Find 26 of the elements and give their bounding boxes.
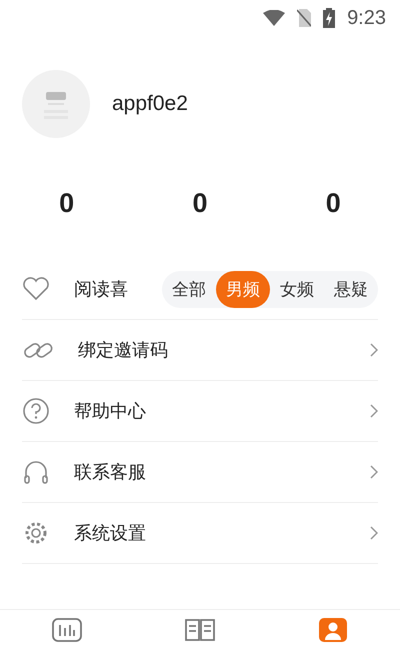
stat-count: 0 xyxy=(324,188,342,219)
stat-count: 0 xyxy=(191,188,208,219)
person-icon[interactable] xyxy=(318,618,348,642)
chevron-icon xyxy=(370,465,378,479)
book-icon[interactable] xyxy=(184,618,215,642)
status-time: 9:23 xyxy=(347,6,386,30)
genre-tab[interactable]: 悬疑 xyxy=(324,270,378,308)
menu-label[interactable]: 系统设置 xyxy=(74,521,370,545)
chevron-icon xyxy=(370,526,378,540)
heart-icon xyxy=(22,277,50,301)
username: appf0e2 xyxy=(112,92,188,116)
menu-label[interactable]: 阅读喜 xyxy=(74,277,162,301)
headset-icon xyxy=(22,458,50,486)
chevron-icon xyxy=(370,404,378,418)
help-icon xyxy=(22,397,50,425)
stat-count: 0 xyxy=(58,188,76,219)
shelf-icon[interactable] xyxy=(52,618,82,642)
battery-icon xyxy=(323,8,336,28)
wifi-icon xyxy=(263,10,286,26)
menu-label[interactable]: 联系客服 xyxy=(74,460,370,484)
genre-tab[interactable]: 女频 xyxy=(270,270,324,308)
menu-label[interactable]: 绑定邀请码 xyxy=(78,338,370,362)
genre-tab[interactable]: 全部 xyxy=(162,270,216,308)
no-sim-icon xyxy=(297,9,312,27)
menu-label[interactable]: 帮助中心 xyxy=(74,399,370,423)
chevron-icon xyxy=(370,343,378,357)
